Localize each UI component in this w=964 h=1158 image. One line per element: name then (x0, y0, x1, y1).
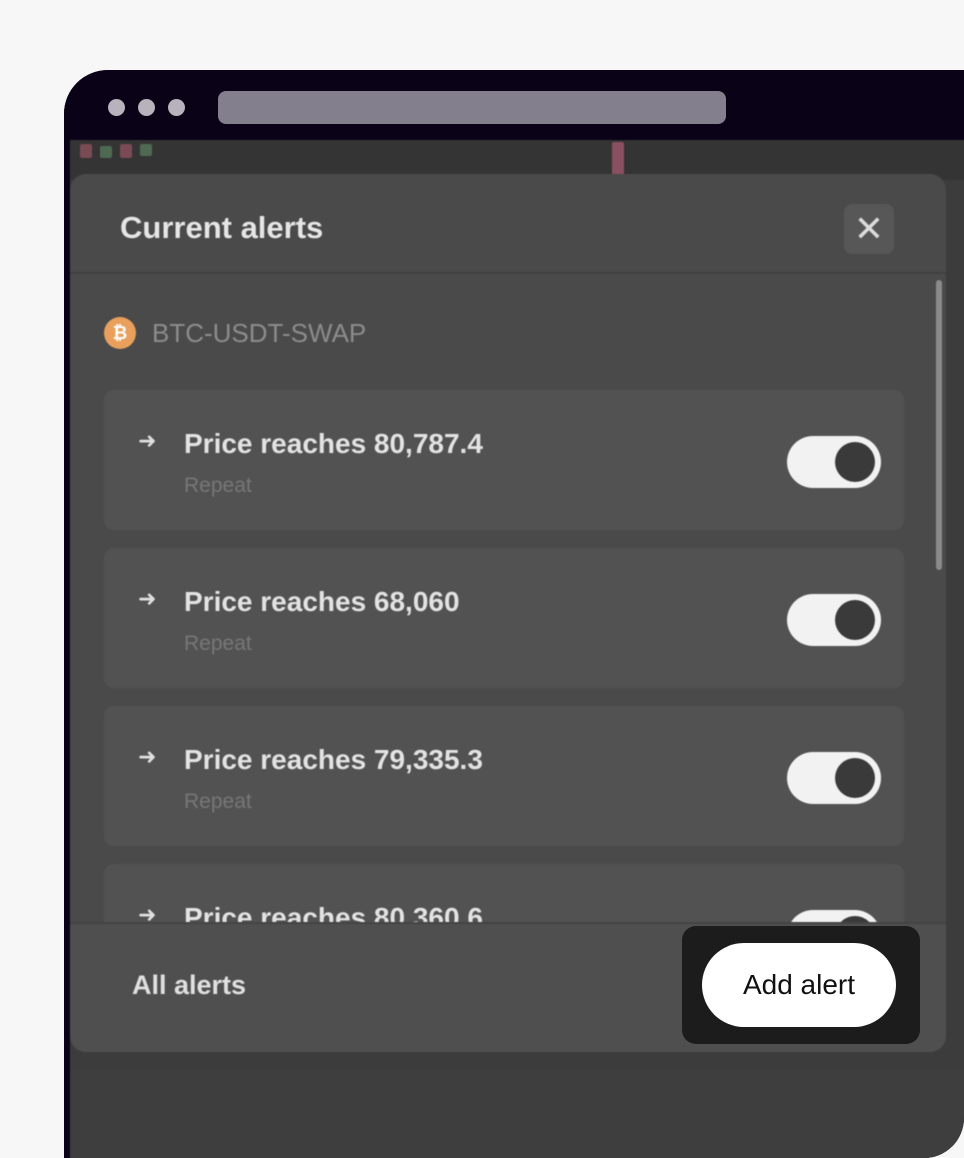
outer-card: Current alerts ✕ ₿ BTC-USDT-SWAP ➜ Price … (0, 0, 964, 1158)
modal-title: Current alerts (120, 210, 324, 245)
alert-condition: Price reaches 68,060 (184, 586, 460, 617)
toggle-knob (835, 758, 875, 798)
alert-toggle[interactable] (787, 594, 881, 646)
candle (612, 142, 624, 178)
alert-item[interactable]: ➜ Price reaches 68,060 Repeat (104, 548, 904, 688)
close-button[interactable]: ✕ (844, 204, 894, 254)
alert-toggle[interactable] (787, 436, 881, 488)
arrow-right-icon: ➜ (138, 586, 157, 611)
chart-bottom-area (70, 1070, 964, 1158)
current-alerts-modal: Current alerts ✕ ₿ BTC-USDT-SWAP ➜ Price … (70, 174, 946, 1052)
address-bar[interactable] (218, 91, 726, 124)
candle (120, 144, 132, 158)
alerts-list[interactable]: ₿ BTC-USDT-SWAP ➜ Price reaches 80,787.4 R… (70, 272, 946, 922)
window-dot-minimize[interactable] (138, 99, 155, 116)
alert-condition: Price reaches 79,335.3 (184, 744, 483, 775)
window-dot-close[interactable] (108, 99, 125, 116)
modal-header: Current alerts ✕ (70, 174, 946, 274)
alert-frequency: Repeat (184, 632, 252, 655)
alert-toggle[interactable] (787, 752, 881, 804)
arrow-right-icon: ➜ (138, 428, 157, 453)
bitcoin-icon: ₿ (104, 317, 136, 349)
alert-toggle[interactable] (787, 910, 881, 922)
candle (80, 144, 92, 158)
alert-item[interactable]: ➜Price reaches 80,360.6Repeat (104, 864, 904, 922)
arrow-right-icon: ➜ (138, 744, 157, 769)
alert-item[interactable]: ➜ Price reaches 79,335.3 Repeat (104, 706, 904, 846)
alert-frequency: Repeat (184, 790, 252, 813)
title-bar (64, 70, 964, 140)
toggle-knob (835, 600, 875, 640)
arrow-right-icon: ➜ (138, 902, 157, 922)
scrollbar[interactable] (936, 280, 942, 570)
toggle-knob (835, 442, 875, 482)
alert-condition: Price reaches 80,787.4 (184, 428, 483, 459)
all-alerts-link[interactable]: All alerts (132, 970, 246, 1001)
candle (100, 146, 112, 158)
alert-item[interactable]: ➜ Price reaches 80,787.4 Repeat (104, 390, 904, 530)
alert-frequency: Repeat (184, 474, 252, 497)
alert-condition: Price reaches 80,360.6 (184, 902, 483, 922)
add-alert-button[interactable]: Add alert (702, 943, 896, 1027)
candle (140, 144, 152, 156)
window-dot-maximize[interactable] (168, 99, 185, 116)
add-alert-highlight: Add alert (682, 926, 920, 1044)
pair-label: BTC-USDT-SWAP (152, 318, 367, 348)
close-icon: ✕ (853, 208, 885, 249)
